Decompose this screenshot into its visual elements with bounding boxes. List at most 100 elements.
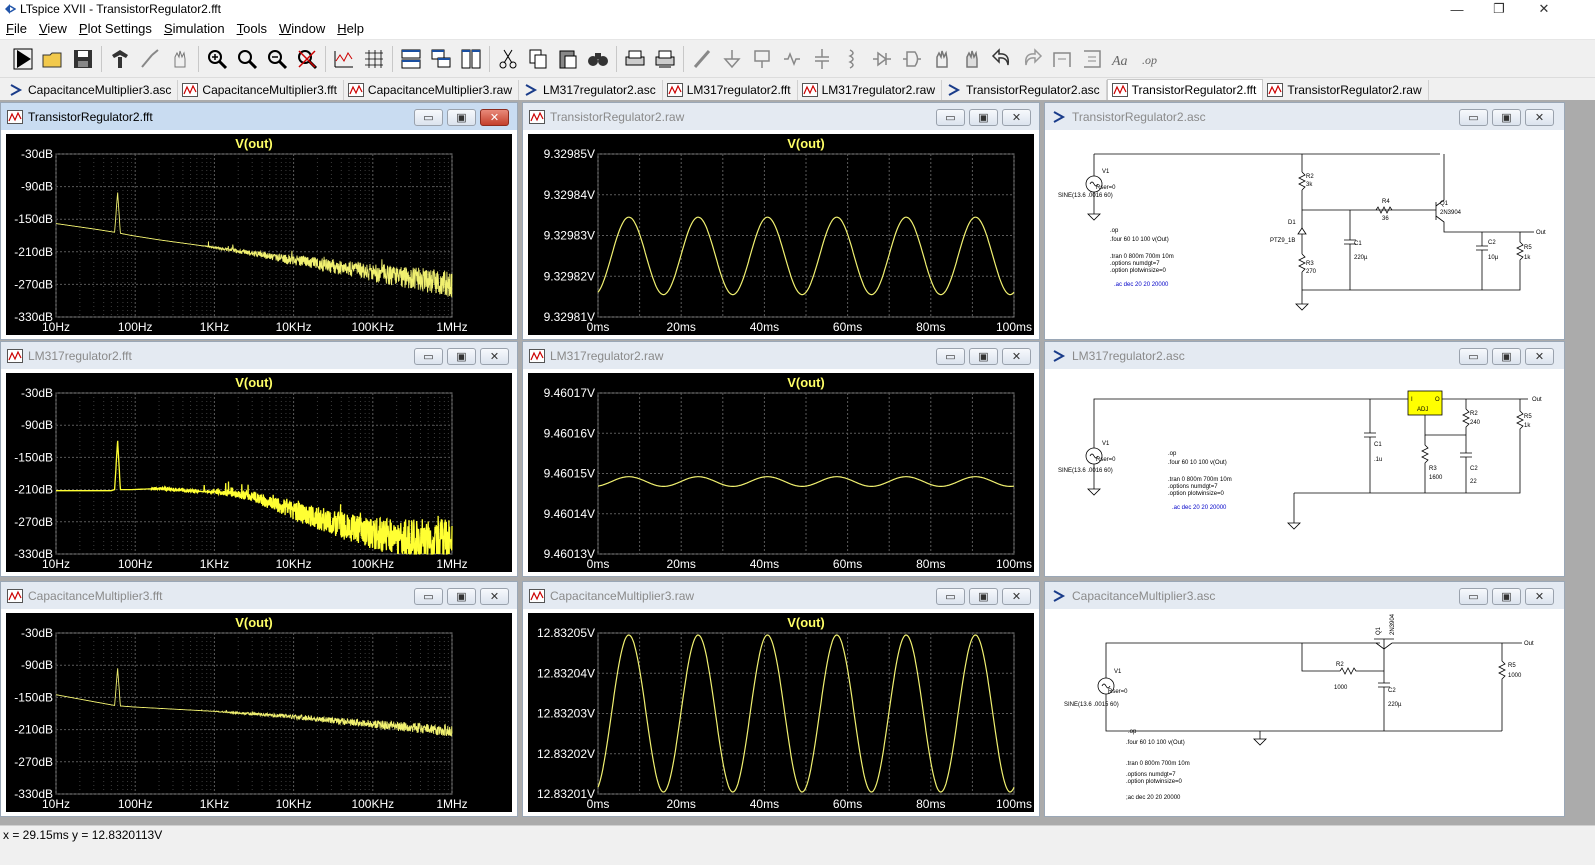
- tab-capacitancemultiplier3-asc[interactable]: CapacitanceMultiplier3.asc: [4, 80, 179, 100]
- minimize-button[interactable]: —: [1435, 0, 1479, 18]
- window-transistor-asc[interactable]: TransistorRegulator2.asc ▭ ▣ ✕ V1 Rser=0…: [1044, 102, 1565, 340]
- grid-button[interactable]: [359, 44, 389, 74]
- tab-lm317regulator2-raw[interactable]: LM317regulator2.raw: [798, 80, 942, 100]
- label-net-button[interactable]: [747, 44, 777, 74]
- window-capmult-asc[interactable]: CapacitanceMultiplier3.asc ▭ ▣ ✕ V1 Rser…: [1044, 581, 1565, 817]
- window-lm317-fft[interactable]: LM317regulator2.fft ▭ ▣ ✕ -30dB -90dB -150…: [0, 341, 518, 577]
- window-capmult-raw[interactable]: CapacitanceMultiplier3.raw ▭ ▣ ✕ 12.8320…: [522, 581, 1040, 817]
- window-minimize-button[interactable]: ▭: [936, 588, 965, 605]
- trace-label[interactable]: V(out): [787, 615, 825, 630]
- rotate-button[interactable]: [1047, 44, 1077, 74]
- maximize-button[interactable]: ❐: [1477, 0, 1521, 18]
- control-panel-button[interactable]: [105, 44, 135, 74]
- trace-vout[interactable]: [55, 668, 453, 737]
- save-button[interactable]: [68, 44, 98, 74]
- window-lm317-raw[interactable]: LM317regulator2.raw ▭ ▣ ✕ 9.46017V 9.4601…: [522, 341, 1040, 577]
- window-transistor-fft[interactable]: TransistorRegulator2.fft ▭ ▣ ✕ -30dB -90d…: [0, 102, 518, 340]
- trace-label[interactable]: V(out): [787, 375, 825, 390]
- tab-transistorregulator2-fft[interactable]: TransistorRegulator2.fft: [1106, 79, 1264, 100]
- zoom-box-button[interactable]: [232, 44, 262, 74]
- spice-directive-button[interactable]: .op: [1137, 44, 1167, 74]
- find-button[interactable]: [583, 44, 613, 74]
- trace-vout[interactable]: [55, 192, 453, 298]
- window-close-button[interactable]: ✕: [1002, 109, 1031, 126]
- probe-button[interactable]: [135, 44, 165, 74]
- menu-view[interactable]: View: [33, 21, 73, 36]
- cut-button[interactable]: [493, 44, 523, 74]
- window-minimize-button[interactable]: ▭: [414, 348, 443, 365]
- window-transistor-raw[interactable]: TransistorRegulator2.raw ▭ ▣ ✕ 9.32985V 9…: [522, 102, 1040, 340]
- plot-pane[interactable]: 12.83205V 12.83204V 12.83203V 12.83202V 12.8…: [528, 613, 1034, 812]
- text-button[interactable]: Aa: [1107, 44, 1137, 74]
- window-lm317-asc[interactable]: LM317regulator2.asc ▭ ▣ ✕ V1 Rser=0 SINE…: [1044, 341, 1565, 577]
- window-minimize-button[interactable]: ▭: [1459, 348, 1488, 365]
- tile-horizontal-button[interactable]: [396, 44, 426, 74]
- window-maximize-button[interactable]: ▣: [447, 109, 476, 126]
- menu-simulation[interactable]: Simulation: [158, 21, 231, 36]
- paste-button[interactable]: [553, 44, 583, 74]
- open-button[interactable]: [38, 44, 68, 74]
- copy-button[interactable]: [523, 44, 553, 74]
- print-button[interactable]: [620, 44, 650, 74]
- plot-pane[interactable]: -30dB -90dB -150dB -210dB -270dB -330dB 10Hz 10…: [6, 373, 512, 572]
- window-minimize-button[interactable]: ▭: [414, 588, 443, 605]
- window-maximize-button[interactable]: ▣: [447, 588, 476, 605]
- transient-chart[interactable]: 9.46017V9.46016V9.46015V9.46014V9.46013V…: [528, 373, 1034, 572]
- close-button[interactable]: ✕: [1522, 0, 1566, 18]
- window-minimize-button[interactable]: ▭: [936, 348, 965, 365]
- plot-pane[interactable]: -30dB -90dB -150dB -210dB -270dB -330dB 10Hz 10…: [6, 613, 512, 812]
- schematic-canvas[interactable]: V1 Rser=0 SINE(13.6 .0015 60) Q1 2N3904 …: [1050, 613, 1560, 812]
- inductor-button[interactable]: [837, 44, 867, 74]
- trace-label[interactable]: V(out): [235, 615, 273, 630]
- tab-lm317regulator2-asc[interactable]: LM317regulator2.asc: [519, 80, 663, 100]
- window-minimize-button[interactable]: ▭: [936, 109, 965, 126]
- capacitor-button[interactable]: [807, 44, 837, 74]
- wire-button[interactable]: [687, 44, 717, 74]
- zoom-fit-button[interactable]: [292, 44, 322, 74]
- undo-button[interactable]: [987, 44, 1017, 74]
- menu-tools[interactable]: Tools: [231, 21, 273, 36]
- window-close-button[interactable]: ✕: [1525, 348, 1554, 365]
- pan-hand-button[interactable]: [165, 44, 195, 74]
- ground-button[interactable]: [717, 44, 747, 74]
- window-close-button[interactable]: ✕: [480, 588, 509, 605]
- plot-pane[interactable]: 9.32985V 9.32984V 9.32983V 9.32982V 9.32981V…: [528, 134, 1034, 335]
- tab-capacitancemultiplier3-fft[interactable]: CapacitanceMultiplier3.fft: [178, 80, 344, 100]
- window-maximize-button[interactable]: ▣: [1492, 109, 1521, 126]
- fft-chart[interactable]: -30dB-90dB-150dB-210dB-270dB-330dB10Hz 10…: [6, 373, 512, 572]
- tab-capacitancemultiplier3-raw[interactable]: CapacitanceMultiplier3.raw: [344, 80, 519, 100]
- diode-button[interactable]: [867, 44, 897, 74]
- run-button[interactable]: [8, 44, 38, 74]
- window-close-button[interactable]: ✕: [480, 348, 509, 365]
- fft-chart[interactable]: -30dB-90dB-150dB-210dB-270dB-330dB10Hz 10…: [6, 134, 512, 335]
- window-minimize-button[interactable]: ▭: [1459, 588, 1488, 605]
- schematic-canvas[interactable]: V1 Rser=0 SINE(13.6 .0016 60) R2 3k R4 3…: [1050, 134, 1560, 335]
- tile-vertical-button[interactable]: [456, 44, 486, 74]
- window-maximize-button[interactable]: ▣: [969, 109, 998, 126]
- resistor-button[interactable]: [777, 44, 807, 74]
- plot-pane[interactable]: 9.46017V 9.46016V 9.46015V 9.46014V 9.46013V…: [528, 373, 1034, 572]
- window-maximize-button[interactable]: ▣: [969, 348, 998, 365]
- window-maximize-button[interactable]: ▣: [969, 588, 998, 605]
- plot-pane[interactable]: -30dB -90dB -150dB -210dB -270dB -330dB 10Hz 10…: [6, 134, 512, 335]
- drag-button[interactable]: [957, 44, 987, 74]
- window-close-button[interactable]: ✕: [1525, 109, 1554, 126]
- redo-button[interactable]: [1017, 44, 1047, 74]
- transient-chart[interactable]: 12.83205V12.83204V12.83203V12.83202V12.8…: [528, 613, 1034, 812]
- transient-chart[interactable]: 9.32985V9.32984V9.32983V9.32982V9.32981V…: [528, 134, 1034, 335]
- window-minimize-button[interactable]: ▭: [1459, 109, 1488, 126]
- zoom-in-button[interactable]: [202, 44, 232, 74]
- cascade-button[interactable]: [426, 44, 456, 74]
- trace-label[interactable]: V(out): [235, 375, 273, 390]
- move-button[interactable]: [927, 44, 957, 74]
- menu-file[interactable]: File: [0, 21, 33, 36]
- trace-label[interactable]: V(out): [235, 136, 273, 151]
- window-close-button[interactable]: ✕: [1002, 348, 1031, 365]
- fft-chart[interactable]: -30dB-90dB-150dB-210dB-270dB-330dB10Hz 10…: [6, 613, 512, 812]
- menu-plot-settings[interactable]: Plot Settings: [73, 21, 158, 36]
- window-capmult-fft[interactable]: CapacitanceMultiplier3.fft ▭ ▣ ✕ -30dB -9…: [0, 581, 518, 817]
- tab-transistorregulator2-asc[interactable]: TransistorRegulator2.asc: [942, 80, 1107, 100]
- autorange-button[interactable]: [329, 44, 359, 74]
- print-setup-button[interactable]: [650, 44, 680, 74]
- tab-transistorregulator2-raw[interactable]: TransistorRegulator2.raw: [1263, 80, 1429, 100]
